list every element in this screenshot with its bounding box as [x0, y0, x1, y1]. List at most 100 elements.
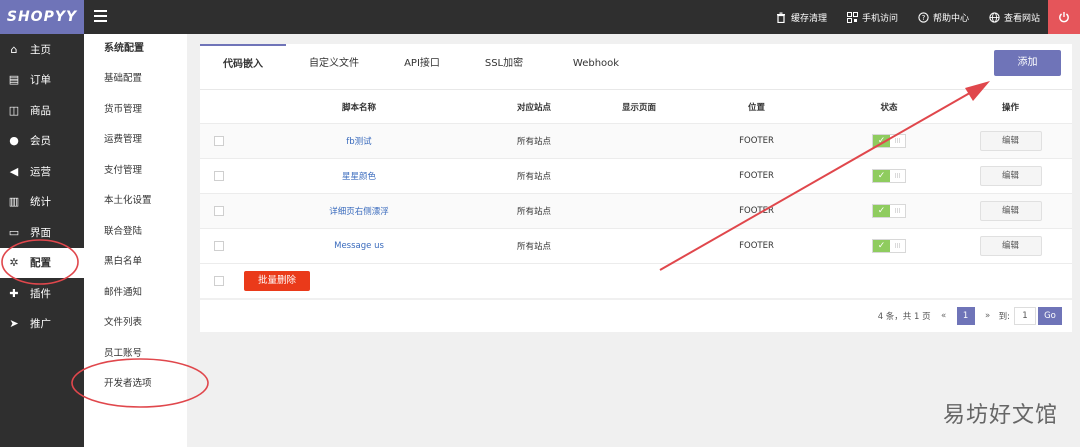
send-icon: ➤ — [9, 317, 19, 331]
edit-button[interactable]: 编辑 — [979, 131, 1042, 151]
top-link-cache-clear[interactable]: 缓存清理 — [776, 11, 827, 24]
sidebar-item-statistics[interactable]: ▥ 统计 — [0, 187, 84, 218]
sidebar-item-interface[interactable]: ▭ 界面 — [0, 217, 84, 248]
help-icon: ? — [918, 11, 929, 23]
submenu-item-files[interactable]: 文件列表 — [84, 308, 187, 339]
globe-icon — [989, 11, 1000, 23]
sidebar-item-label: 推广 — [30, 318, 51, 331]
tab-custom-files[interactable]: 自定义文件 — [286, 44, 382, 90]
submenu-item-currency[interactable]: 货币管理 — [84, 95, 187, 126]
header-display-page: 显示页面 — [621, 102, 656, 113]
script-name-link[interactable]: 星星颜色 — [244, 170, 474, 182]
current-page-button[interactable]: 1 — [956, 307, 975, 325]
config-submenu: 系统配置 基础配置 货币管理 运费管理 支付管理 本土化设置 联合登陆 黑白名单… — [84, 34, 187, 447]
submenu-item-social-login[interactable]: 联合登陆 — [84, 217, 187, 248]
tab-ssl[interactable]: SSL加密 — [462, 44, 546, 90]
position-cell: FOOTER — [739, 136, 774, 146]
tab-api[interactable]: API接口 — [382, 44, 462, 90]
layout-icon: ▭ — [8, 225, 20, 239]
sidebar-item-label: 插件 — [30, 287, 51, 300]
submenu-item-email[interactable]: 邮件通知 — [84, 278, 187, 309]
gear-icon: ✲ — [9, 256, 19, 270]
megaphone-icon: ◀ — [9, 164, 19, 178]
sidebar-item-config[interactable]: ✲ 配置 — [0, 247, 84, 278]
prev-page-button[interactable]: « — [935, 307, 953, 325]
submenu-item-payment[interactable]: 支付管理 — [84, 156, 187, 187]
main-content: 代码嵌入 自定义文件 API接口 SSL加密 Webhook 添加 脚本名称 对… — [200, 44, 1072, 332]
submenu-item-localization[interactable]: 本土化设置 — [84, 186, 187, 217]
tab-code-embed[interactable]: 代码嵌入 — [200, 44, 286, 90]
edit-button[interactable]: 编辑 — [979, 201, 1042, 221]
script-name-link[interactable]: 详细页右侧漂浮 — [244, 205, 474, 217]
sidebar-item-members[interactable]: ● 会员 — [0, 126, 84, 157]
script-name-link[interactable]: Message us — [244, 241, 474, 251]
batch-actions-row: 批量删除 — [200, 263, 1072, 298]
toggle-grip-icon: III — [894, 172, 901, 180]
toggle-grip-icon: III — [894, 137, 901, 145]
submenu-item-shipping[interactable]: 运费管理 — [84, 125, 187, 156]
batch-delete-button[interactable]: 批量删除 — [244, 271, 310, 291]
member-icon: ● — [9, 134, 19, 148]
edit-button[interactable]: 编辑 — [979, 166, 1042, 186]
sidebar-item-operations[interactable]: ◀ 运营 — [0, 156, 84, 187]
main-sidebar: ⌂ 主页 ▤ 订单 ◫ 商品 ● 会员 ◀ 运营 ▥ 统计 ▭ 界面 ✲ 配置 ✚ 插件 ➤ 推广 — [0, 34, 84, 447]
status-toggle[interactable]: ✓ III — [872, 134, 906, 148]
chart-icon: ▥ — [8, 195, 20, 209]
box-icon: ◫ — [8, 103, 20, 117]
script-name-link[interactable]: fb测试 — [244, 135, 474, 147]
top-link-mobile-visit[interactable]: 手机访问 — [846, 11, 898, 24]
submenu-item-staff[interactable]: 员工账号 — [84, 339, 187, 370]
brand-logo[interactable]: SHOPYY — [0, 0, 84, 34]
goto-label: 到: — [998, 312, 1010, 322]
check-icon: ✓ — [873, 205, 890, 217]
watermark-text: 易坊好文馆 — [942, 403, 1058, 428]
check-icon: ✓ — [873, 170, 890, 182]
header-status: 状态 — [880, 102, 898, 113]
toggle-grip-icon: III — [894, 242, 901, 250]
submenu-title: 系统配置 — [104, 43, 144, 54]
row-checkbox[interactable] — [213, 241, 224, 251]
submenu-item-blacklist[interactable]: 黑白名单 — [84, 247, 187, 278]
sidebar-item-plugins[interactable]: ✚ 插件 — [0, 278, 84, 309]
go-button[interactable]: Go — [1038, 307, 1062, 325]
sidebar-item-label: 运营 — [30, 165, 51, 178]
table-row: fb测试 所有站点 FOOTER ✓ III 编辑 — [200, 123, 1072, 158]
submenu-item-developer[interactable]: 开发者选项 — [84, 369, 187, 400]
top-links: 缓存清理 手机访问 ? 帮助中心 查看网站 — [756, 0, 1040, 34]
sidebar-item-home[interactable]: ⌂ 主页 — [0, 34, 84, 65]
row-checkbox[interactable] — [213, 171, 224, 181]
header-position: 位置 — [747, 102, 765, 113]
select-all-checkbox[interactable] — [213, 276, 224, 286]
next-page-button[interactable]: » — [979, 307, 997, 325]
power-button[interactable] — [1048, 0, 1080, 34]
table-row: 详细页右侧漂浮 所有站点 FOOTER ✓ III 编辑 — [200, 193, 1072, 228]
check-icon: ✓ — [873, 135, 890, 147]
sidebar-item-products[interactable]: ◫ 商品 — [0, 95, 84, 126]
goto-page-input[interactable]: 1 — [1014, 307, 1036, 325]
sidebar-item-orders[interactable]: ▤ 订单 — [0, 65, 84, 96]
header-actions: 操作 — [1001, 102, 1019, 113]
row-checkbox[interactable] — [213, 206, 224, 216]
top-link-help-center[interactable]: ? 帮助中心 — [918, 11, 969, 24]
top-link-label: 帮助中心 — [932, 13, 969, 24]
tab-webhook[interactable]: Webhook — [546, 44, 646, 90]
add-button[interactable]: 添加 — [994, 50, 1061, 76]
svg-text:?: ? — [922, 14, 926, 22]
sidebar-item-label: 配置 — [30, 257, 51, 270]
row-checkbox[interactable] — [213, 136, 224, 146]
submenu-item-basic[interactable]: 基础配置 — [84, 64, 187, 95]
status-toggle[interactable]: ✓ III — [872, 169, 906, 183]
table-row: 星星颜色 所有站点 FOOTER ✓ III 编辑 — [200, 158, 1072, 193]
order-icon: ▤ — [8, 73, 20, 87]
top-link-view-site[interactable]: 查看网站 — [989, 11, 1040, 24]
status-toggle[interactable]: ✓ III — [872, 204, 906, 218]
status-toggle[interactable]: ✓ III — [872, 239, 906, 253]
sidebar-item-promotion[interactable]: ➤ 推广 — [0, 309, 84, 340]
top-link-label: 缓存清理 — [790, 13, 827, 24]
menu-toggle-icon[interactable] — [94, 10, 107, 22]
site-cell: 所有站点 — [516, 172, 551, 182]
tab-bar: 代码嵌入 自定义文件 API接口 SSL加密 Webhook 添加 — [200, 44, 1072, 90]
sidebar-item-label: 统计 — [30, 196, 51, 209]
power-icon — [1058, 9, 1070, 24]
edit-button[interactable]: 编辑 — [979, 236, 1042, 256]
